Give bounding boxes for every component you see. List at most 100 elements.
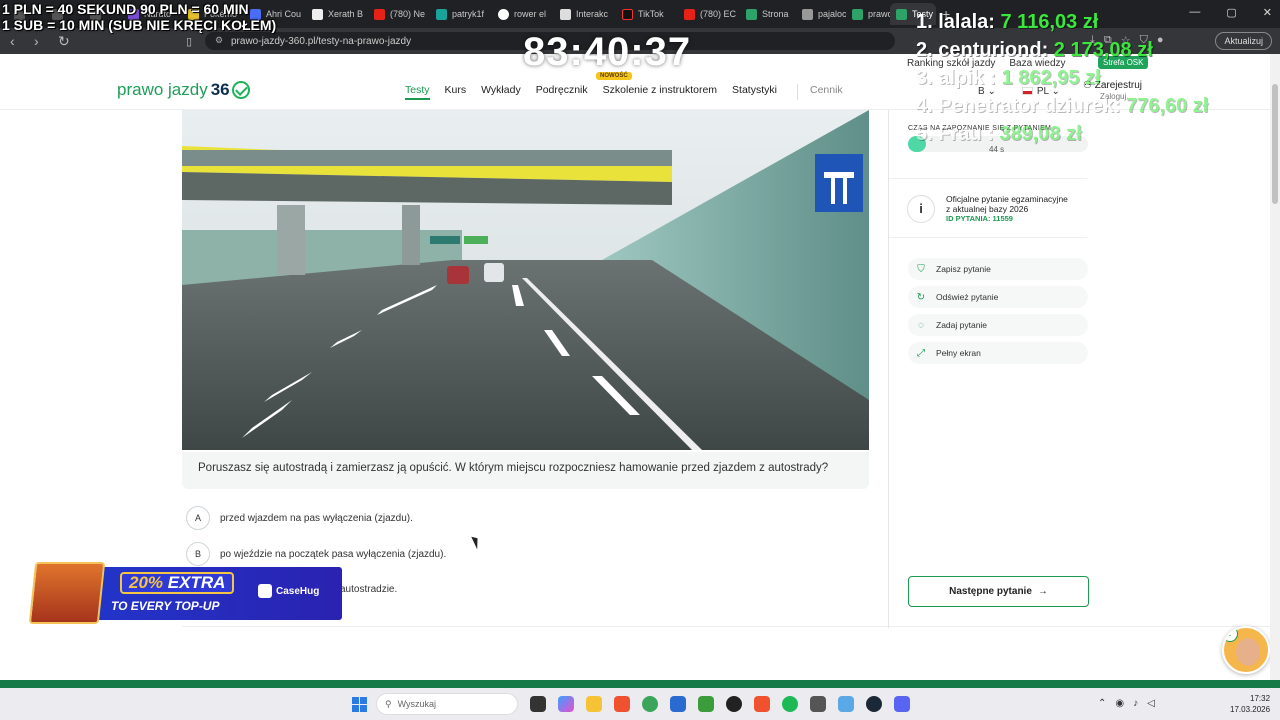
stream-timer: 83:40:37 [523,30,692,74]
info-icon: i [907,195,935,223]
ranking-amount: 389,08 zł [999,123,1082,145]
volume-icon[interactable]: ◁ [1147,698,1155,709]
answer-key[interactable]: A [186,506,210,530]
obs-icon[interactable] [726,696,742,712]
tab-label: (780) Ne [390,9,426,19]
browser-tab[interactable]: (780) EC [678,3,740,25]
ranking-name: 4. Penetrator dziurek: [916,95,1121,117]
nav-podrecznik[interactable]: Podręcznik [536,84,588,100]
help-icon: ? [1224,628,1238,642]
nav-kurs[interactable]: Kurs [445,84,467,100]
site-info-icon[interactable]: ⚙ [215,35,223,46]
app-icon[interactable] [698,696,714,712]
update-button[interactable]: Aktualizuj [1215,32,1272,50]
chevron-up-icon[interactable]: ⌃ [1098,698,1106,709]
answer-text: po wjeździe na początek pasa wyłączenia … [220,548,447,560]
windows-start-icon[interactable] [352,697,367,712]
logo-text: prawo jazdy [117,80,208,99]
mouse-cursor-icon [471,534,482,550]
clock-time: 17:32 [1250,694,1271,703]
discord-icon[interactable] [894,696,910,712]
ranking-row: 3. alpik : 1 862,95 zł [916,64,1208,92]
action-label: Pełny ekran [936,348,981,358]
tab-label: (780) EC [700,9,737,19]
ask-question-button[interactable]: ◌ Zadaj pytanie [908,314,1088,336]
save-question-button[interactable]: ⛉ Zapisz pytanie [908,258,1088,280]
refresh-question-button[interactable]: ↻ Odśwież pytanie [908,286,1088,308]
tab-favicon-icon [312,8,323,20]
chat-assistant-button[interactable]: ? [1222,626,1270,674]
brave-icon[interactable] [614,696,630,712]
tab-label: TikTok [638,9,664,19]
google-icon [498,8,509,20]
file-explorer-icon[interactable] [586,696,602,712]
ranking-name: 2. centuriond: [916,39,1049,61]
casehug-logo-icon [258,584,272,598]
logo-number: 36 [210,80,230,99]
promo-subtitle: TO EVERY TOP-UP [111,599,220,613]
tab-favicon-icon [852,8,863,20]
bookmark-icon[interactable]: ▯ [186,35,200,48]
nav-cennik[interactable]: Cennik [796,84,843,100]
tiktok-icon [622,8,633,20]
casehug-promo-banner[interactable]: 20% EXTRA TO EVERY TOP-UP CaseHug [28,562,342,624]
fullscreen-button[interactable]: ⤢ Pełny ekran [908,342,1088,364]
donation-ranking: 1. lalala: 7 116,03 zł 2. centuriond: 2 … [916,8,1208,148]
close-window-icon[interactable]: ✕ [1263,6,1272,19]
nav-statystyki[interactable]: Statystyki [732,84,777,100]
browser-tab[interactable]: Interakc [554,3,616,25]
tab-favicon-icon [560,8,571,20]
browser-tab[interactable]: patryk1f [430,3,492,25]
promo-percent: 20% EXTRA [120,572,235,594]
tab-label: patryk1f [452,9,485,19]
browser-tab[interactable]: Strona [740,3,796,25]
maximize-icon[interactable]: ▢ [1226,6,1236,19]
browser-tab[interactable]: pajaloc [796,3,846,25]
mic-icon[interactable]: ♪ [1133,698,1138,709]
windows-taskbar: ⚲ Wyszukaj ⌃ ◉ ♪ ◁ 17:32 17.03.2026 [0,688,1280,720]
steam-icon[interactable] [866,696,882,712]
nav-wyklady[interactable]: Wykłady [481,84,521,100]
tab-favicon-icon [436,8,447,20]
store-icon[interactable] [670,696,686,712]
browser-tab[interactable]: Xerath B [306,3,368,25]
answer-text[interactable]: autostradzie. [340,584,397,595]
browser-tab[interactable]: (780) Ne [368,3,430,25]
scrollbar-thumb[interactable] [1272,84,1278,204]
spotify-icon[interactable] [782,696,798,712]
task-view-icon[interactable] [530,696,546,712]
clock-date: 17.03.2026 [1230,705,1271,714]
site-logo[interactable]: prawo jazdy 36 [117,80,250,100]
nav-szkolenie[interactable]: Szkolenie z instruktorem [603,84,717,100]
taskbar-search[interactable]: ⚲ Wyszukaj [376,693,518,715]
youtube-icon [374,8,385,20]
ranking-row: 1. lalala: 7 116,03 zł [916,8,1208,36]
taskbar-clock[interactable]: 17:32 17.03.2026 [1230,693,1270,715]
browser-tab[interactable]: TikTok [616,3,678,25]
ranking-row: 2. centuriond: 2 173,08 zł [916,36,1208,64]
page-scrollbar[interactable] [1270,54,1280,680]
notepad-icon[interactable] [838,696,854,712]
calculator-icon[interactable] [810,696,826,712]
taskbar-apps [530,696,910,712]
browser-tab[interactable]: prawo [846,3,890,25]
official-question-info: i Oficjalne pytanie egzaminacyjne z aktu… [889,178,1087,238]
reload-icon[interactable]: ↻ [58,33,72,50]
forward-icon[interactable]: › [34,33,48,49]
promo-extra: EXTRA [167,573,226,592]
back-icon[interactable]: ‹ [10,33,24,49]
info-line: z aktualnej bazy 2026 [946,204,1029,214]
next-label: Następne pytanie [949,586,1032,597]
promo-brand: CaseHug [258,584,319,598]
footer-strip [0,680,1280,688]
answer-option[interactable]: A przed wjazdem na pas wyłączenia (zjazd… [186,506,413,530]
nav-testy[interactable]: Testy [405,84,430,100]
chrome-icon[interactable] [642,696,658,712]
network-icon[interactable]: ◉ [1115,698,1124,709]
copilot-icon[interactable] [558,696,574,712]
brave-icon[interactable] [754,696,770,712]
next-question-button[interactable]: Następne pytanie → [908,576,1089,607]
browser-tab[interactable]: rower el [492,3,554,25]
stream-rule-line: 1 SUB = 10 MIN (SUB NIE KRĘCI KOŁEM) [2,17,277,33]
question-image [182,110,869,450]
